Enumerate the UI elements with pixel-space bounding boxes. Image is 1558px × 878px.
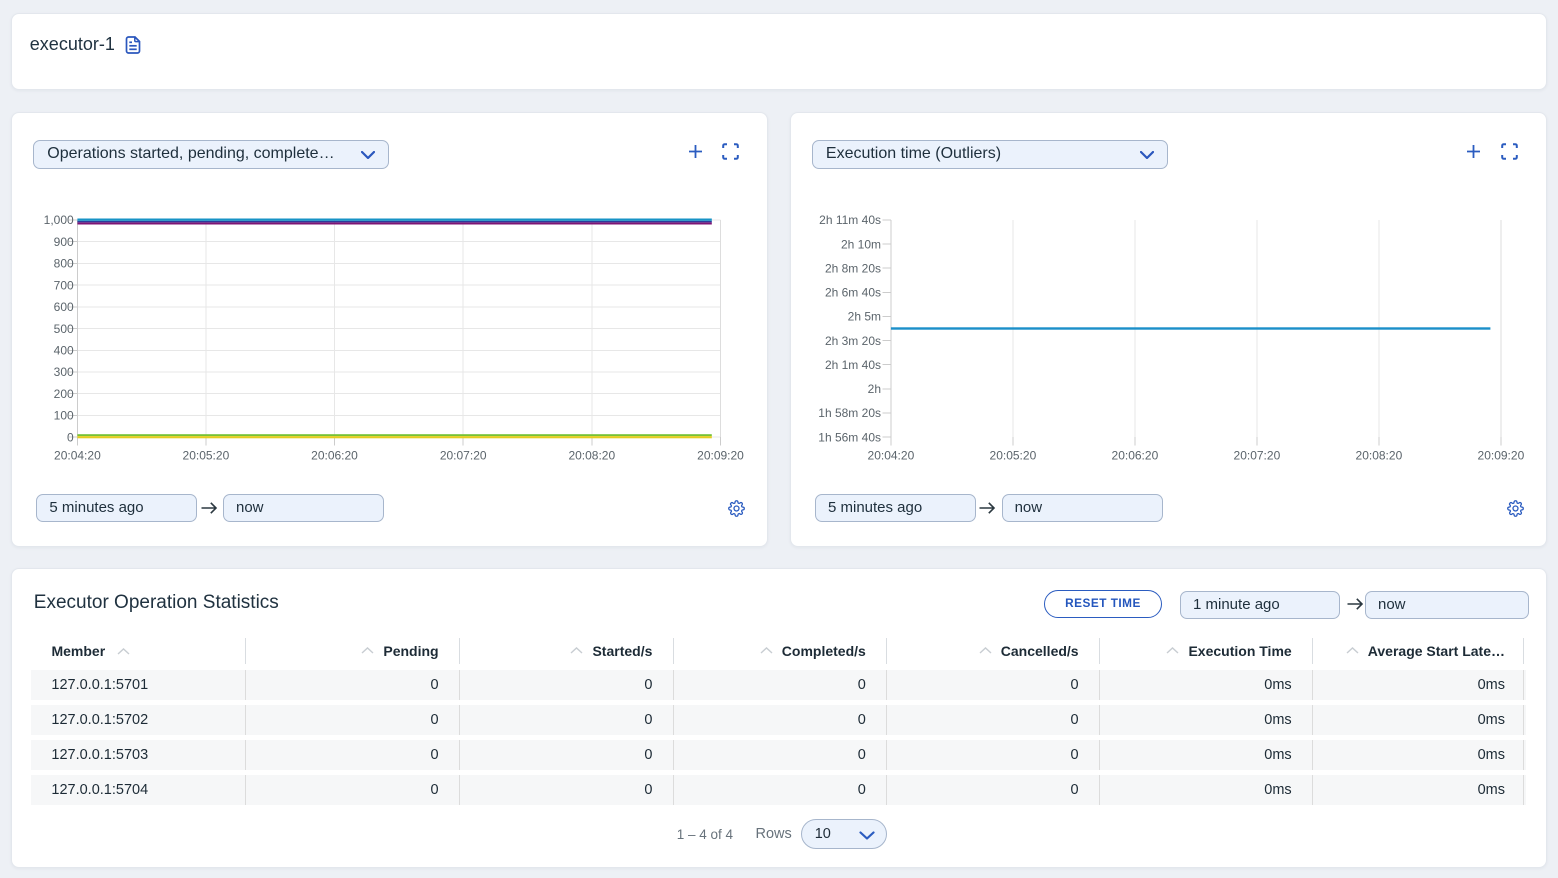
svg-text:1h 56m 40s: 1h 56m 40s — [818, 431, 881, 445]
svg-text:800: 800 — [54, 257, 74, 271]
svg-text:700: 700 — [54, 279, 74, 293]
svg-text:2h 3m 20s: 2h 3m 20s — [825, 334, 881, 348]
svg-text:1,000: 1,000 — [44, 213, 74, 227]
svg-text:20:09:20: 20:09:20 — [1477, 449, 1524, 463]
svg-text:20:07:20: 20:07:20 — [1233, 449, 1280, 463]
svg-text:600: 600 — [54, 300, 74, 314]
svg-text:20:04:20: 20:04:20 — [867, 449, 914, 463]
svg-text:20:07:20: 20:07:20 — [440, 449, 487, 463]
svg-text:2h 11m 40s: 2h 11m 40s — [819, 213, 881, 227]
svg-text:2h 1m 40s: 2h 1m 40s — [825, 358, 881, 372]
svg-text:300: 300 — [54, 365, 74, 379]
svg-text:200: 200 — [54, 387, 74, 401]
svg-text:2h 10m: 2h 10m — [841, 238, 881, 252]
svg-text:20:06:20: 20:06:20 — [311, 449, 358, 463]
svg-text:2h 8m 20s: 2h 8m 20s — [825, 262, 881, 276]
svg-text:1h 58m 20s: 1h 58m 20s — [818, 406, 881, 420]
svg-text:2h 5m: 2h 5m — [847, 310, 880, 324]
svg-text:20:05:20: 20:05:20 — [989, 449, 1036, 463]
svg-text:400: 400 — [54, 344, 74, 358]
svg-text:2h 6m 40s: 2h 6m 40s — [825, 286, 881, 300]
svg-text:100: 100 — [54, 409, 74, 423]
svg-text:500: 500 — [54, 322, 74, 336]
svg-text:20:04:20: 20:04:20 — [54, 449, 101, 463]
svg-text:2h: 2h — [867, 382, 880, 396]
svg-text:20:06:20: 20:06:20 — [1111, 449, 1158, 463]
svg-text:0: 0 — [67, 431, 74, 445]
svg-text:20:08:20: 20:08:20 — [1355, 449, 1402, 463]
svg-text:20:09:20: 20:09:20 — [697, 449, 744, 463]
svg-text:20:05:20: 20:05:20 — [183, 449, 230, 463]
svg-text:900: 900 — [54, 235, 74, 249]
svg-text:20:08:20: 20:08:20 — [568, 449, 615, 463]
